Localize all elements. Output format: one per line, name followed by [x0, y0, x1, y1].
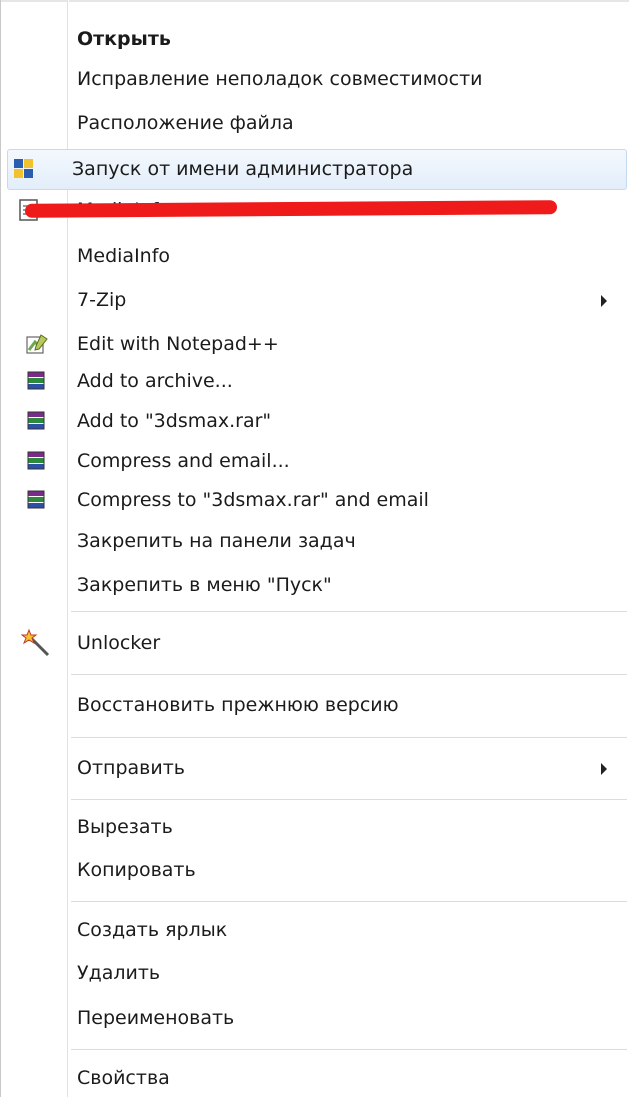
- menu-item-label: Переименовать: [77, 1007, 235, 1029]
- menu-item-pin-taskbar[interactable]: Закрепить на панели задач: [7, 524, 627, 560]
- menu-item-label: Восстановить прежнюю версию: [77, 694, 399, 716]
- menu-item-add-to-archive[interactable]: Add to archive...: [7, 366, 627, 400]
- submenu-arrow-icon: [601, 763, 607, 775]
- menu-item-troubleshoot-compat[interactable]: Исправление неполадок совместимости: [7, 62, 627, 98]
- menu-separator: [71, 1049, 627, 1050]
- menu-separator: [71, 737, 627, 738]
- notepadpp-icon: [26, 334, 48, 354]
- menu-item-pin-start[interactable]: Закрепить в меню "Пуск": [7, 568, 627, 604]
- menu-item-cut[interactable]: Вырезать: [7, 810, 627, 846]
- menu-item-label: Исправление неполадок совместимости: [77, 68, 483, 90]
- menu-item-label: MediaInfo: [77, 245, 171, 267]
- menu-item-label: Add to "3dsmax.rar": [77, 410, 272, 432]
- menu-top-border: [1, 0, 629, 2]
- menu-item-mediainfo[interactable]: MediaInfo: [7, 239, 627, 275]
- menu-item-label: Закрепить в меню "Пуск": [77, 574, 332, 596]
- menu-item-compress-rar-email[interactable]: Compress to "3dsmax.rar" and email: [7, 485, 627, 519]
- winrar-icon: [27, 451, 45, 470]
- uac-shield-icon: [14, 159, 33, 178]
- menu-item-add-to-rar[interactable]: Add to "3dsmax.rar": [7, 406, 627, 440]
- menu-item-run-as-admin[interactable]: Запуск от имени администратора: [7, 149, 627, 190]
- menu-item-label: Расположение файла: [77, 112, 294, 134]
- menu-item-file-location[interactable]: Расположение файла: [7, 106, 627, 142]
- winrar-icon: [27, 411, 45, 430]
- menu-item-properties[interactable]: Свойства: [7, 1061, 627, 1097]
- menu-item-compress-email[interactable]: Compress and email...: [7, 446, 627, 480]
- menu-item-label: Compress and email...: [77, 450, 290, 472]
- menu-item-edit-notepadpp[interactable]: Edit with Notepad++: [7, 329, 627, 363]
- menu-item-label: Compress to "3dsmax.rar" and email: [77, 489, 429, 511]
- menu-item-label: 7-Zip: [77, 289, 127, 311]
- menu-item-send-to[interactable]: Отправить: [7, 749, 627, 789]
- menu-separator: [71, 674, 627, 675]
- menu-item-label: Отправить: [77, 757, 185, 779]
- menu-item-label: Свойства: [77, 1067, 170, 1089]
- menu-item-label: Запуск от имени администратора: [72, 158, 414, 180]
- menu-item-label: Удалить: [77, 962, 161, 984]
- menu-item-copy[interactable]: Копировать: [7, 853, 627, 889]
- context-menu: Открыть Исправление неполадок совместимо…: [0, 0, 629, 1097]
- menu-item-label: Создать ярлык: [77, 919, 228, 941]
- menu-item-label: Копировать: [77, 859, 196, 881]
- submenu-arrow-icon: [601, 295, 607, 307]
- menu-item-restore-previous[interactable]: Восстановить прежнюю версию: [7, 686, 627, 726]
- menu-item-label: Закрепить на панели задач: [77, 530, 356, 552]
- menu-item-7zip[interactable]: 7-Zip: [7, 283, 627, 319]
- menu-separator: [71, 799, 627, 800]
- winrar-icon: [27, 490, 45, 509]
- menu-item-unlocker[interactable]: Unlocker: [7, 624, 627, 664]
- menu-item-label: Вырезать: [77, 816, 173, 838]
- menu-separator: [71, 611, 627, 612]
- menu-item-label: Открыть: [77, 28, 171, 50]
- menu-item-create-shortcut[interactable]: Создать ярлык: [7, 913, 627, 949]
- menu-item-label: Add to archive...: [77, 370, 233, 392]
- menu-item-label: Unlocker: [77, 632, 161, 654]
- winrar-icon: [27, 371, 45, 390]
- unlocker-wand-icon: [21, 628, 50, 657]
- menu-item-open[interactable]: Открыть: [7, 22, 627, 58]
- menu-item-delete[interactable]: Удалить: [7, 956, 627, 992]
- menu-item-label: Edit with Notepad++: [77, 333, 279, 355]
- menu-separator: [71, 901, 627, 902]
- menu-item-rename[interactable]: Переименовать: [7, 1001, 627, 1037]
